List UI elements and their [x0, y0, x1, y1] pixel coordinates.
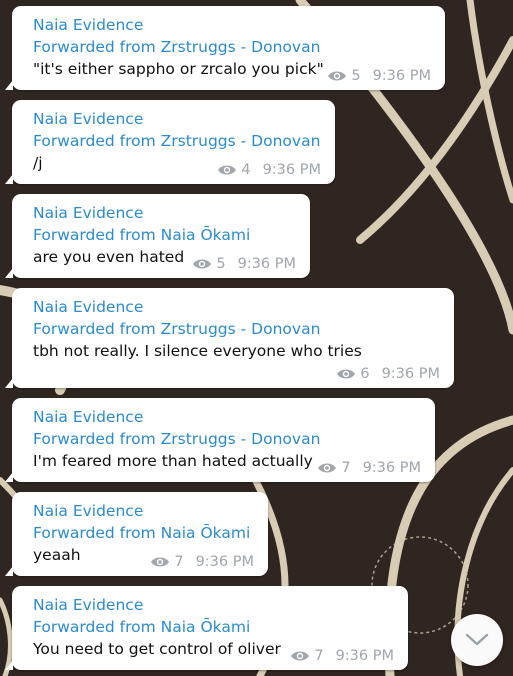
forwarded-from[interactable]: Forwarded from Zrstruggs - Donovan	[33, 36, 431, 58]
views-eye-icon	[218, 165, 237, 175]
message-bubble[interactable]: Naia Evidence Forwarded from Zrstruggs -…	[5, 288, 454, 388]
channel-name[interactable]: Naia Evidence	[33, 14, 431, 36]
message-meta: 5 9:36 PM	[327, 68, 431, 84]
message-bubble[interactable]: Naia Evidence Forwarded from Naia Ōkami …	[5, 194, 310, 278]
forwarded-from[interactable]: Forwarded from Zrstruggs - Donovan	[33, 428, 421, 450]
channel-name[interactable]: Naia Evidence	[33, 594, 394, 616]
message-time: 9:36 PM	[372, 68, 431, 84]
forwarded-from[interactable]: Forwarded from Zrstruggs - Donovan	[33, 130, 321, 152]
forwarded-from[interactable]: Forwarded from Naia Ōkami	[33, 224, 296, 246]
channel-name[interactable]: Naia Evidence	[33, 500, 254, 522]
views-eye-icon	[193, 259, 212, 269]
channel-name[interactable]: Naia Evidence	[33, 108, 321, 130]
message-meta: 7 9:36 PM	[150, 554, 254, 570]
forwarded-from[interactable]: Forwarded from Zrstruggs - Donovan	[33, 318, 440, 340]
message-bubble[interactable]: Naia Evidence Forwarded from Zrstruggs -…	[5, 6, 445, 90]
channel-name[interactable]: Naia Evidence	[33, 406, 421, 428]
forwarded-from[interactable]: Forwarded from Naia Ōkami	[33, 616, 394, 638]
scroll-to-bottom-button[interactable]	[451, 614, 503, 666]
views-eye-icon	[337, 369, 356, 379]
message-time: 9:36 PM	[362, 460, 421, 476]
message-time: 9:36 PM	[237, 256, 296, 272]
message-bubble[interactable]: Naia Evidence Forwarded from Zrstruggs -…	[5, 398, 435, 482]
view-count: 7	[341, 460, 351, 476]
channel-name[interactable]: Naia Evidence	[33, 202, 296, 224]
views-eye-icon	[318, 463, 337, 473]
message-time: 9:36 PM	[381, 366, 440, 382]
message-meta: 7 9:36 PM	[317, 460, 421, 476]
message-time: 9:36 PM	[262, 162, 321, 178]
view-count: 7	[314, 648, 324, 664]
forwarded-from[interactable]: Forwarded from Naia Ōkami	[33, 522, 254, 544]
message-bubble[interactable]: Naia Evidence Forwarded from Naia Ōkami …	[5, 492, 268, 576]
message-time: 9:36 PM	[195, 554, 254, 570]
chevron-down-icon	[465, 633, 489, 646]
view-count: 4	[241, 162, 251, 178]
message-meta: 6 9:36 PM	[336, 366, 440, 382]
view-count: 7	[174, 554, 184, 570]
message-text: tbh not really. I silence everyone who t…	[33, 342, 362, 360]
view-count: 5	[216, 256, 226, 272]
views-eye-icon	[328, 71, 347, 81]
message-bubble[interactable]: Naia Evidence Forwarded from Naia Ōkami …	[5, 586, 408, 670]
view-count: 6	[360, 366, 370, 382]
view-count: 5	[351, 68, 361, 84]
views-eye-icon	[291, 651, 310, 661]
message-bubble[interactable]: Naia Evidence Forwarded from Zrstruggs -…	[5, 100, 335, 184]
channel-name[interactable]: Naia Evidence	[33, 296, 440, 318]
message-meta: 7 9:36 PM	[290, 648, 394, 664]
views-eye-icon	[151, 557, 170, 567]
message-meta: 5 9:36 PM	[192, 256, 296, 272]
message-time: 9:36 PM	[335, 648, 394, 664]
message-meta: 4 9:36 PM	[217, 162, 321, 178]
